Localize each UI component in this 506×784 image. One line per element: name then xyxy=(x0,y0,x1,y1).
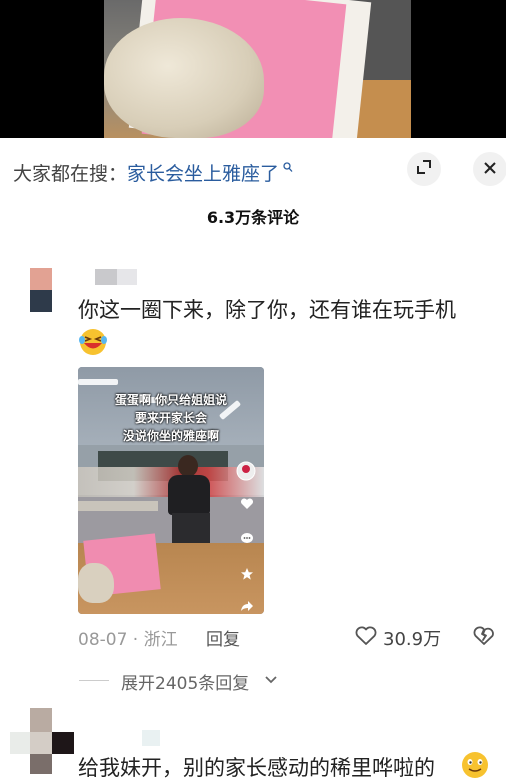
video-caption-line: 没说你坐的雅座啊 xyxy=(122,429,219,443)
divider-line xyxy=(79,680,109,681)
username-blurred[interactable] xyxy=(142,730,160,746)
close-icon xyxy=(483,160,497,179)
chevron-down-icon xyxy=(265,676,277,684)
search-prefix: 大家都在搜： xyxy=(13,163,128,185)
expand-replies-label: 展开2405条回复 xyxy=(121,674,250,694)
smile-emoji-icon xyxy=(460,750,490,780)
comment-video-thumbnail[interactable]: 蛋蛋啊 你只给姐姐说 要来开家长会 没说你坐的雅座啊 xyxy=(78,367,264,614)
comment-text: 你这一圈下来，除了你，还有谁在玩手机 xyxy=(78,298,456,322)
comment-date-location: 08-07 · 浙江 xyxy=(78,630,178,650)
video-preview[interactable] xyxy=(0,0,506,138)
expand-icon xyxy=(416,159,432,179)
comment-text: 给我妹开，别的家长感动的稀里哗啦的 xyxy=(78,756,435,780)
video-person xyxy=(166,455,216,555)
video-glasses-case xyxy=(104,18,264,138)
heart-icon[interactable] xyxy=(355,626,377,646)
like-count: 30.9万 xyxy=(383,629,442,650)
comments-count: 6.3万条评论 xyxy=(206,208,300,227)
video-author-avatar-icon xyxy=(236,461,256,481)
search-query-link[interactable]: 家长会坐上雅座了 xyxy=(127,163,279,185)
video-comment-icon xyxy=(241,533,253,543)
video-like-icon xyxy=(240,498,254,509)
avatar[interactable] xyxy=(30,268,52,312)
expand-button[interactable] xyxy=(407,152,441,186)
close-button[interactable] xyxy=(473,152,506,186)
username-blurred[interactable] xyxy=(95,269,139,285)
video-caption-line: 蛋蛋啊 你只给姐姐说 xyxy=(114,393,228,407)
video-caption-line: 要来开家长会 xyxy=(134,411,207,425)
laughing-emoji-icon xyxy=(78,327,108,357)
video-frame xyxy=(104,0,411,138)
avatar[interactable] xyxy=(10,708,74,774)
search-icon xyxy=(279,162,293,176)
video-share-icon xyxy=(241,601,253,611)
broken-heart-icon[interactable] xyxy=(473,626,495,646)
video-star-icon xyxy=(241,568,253,580)
search-suggestion[interactable]: 大家都在搜：家长会坐上雅座了 xyxy=(13,159,293,186)
reply-button[interactable]: 回复 xyxy=(206,625,240,650)
